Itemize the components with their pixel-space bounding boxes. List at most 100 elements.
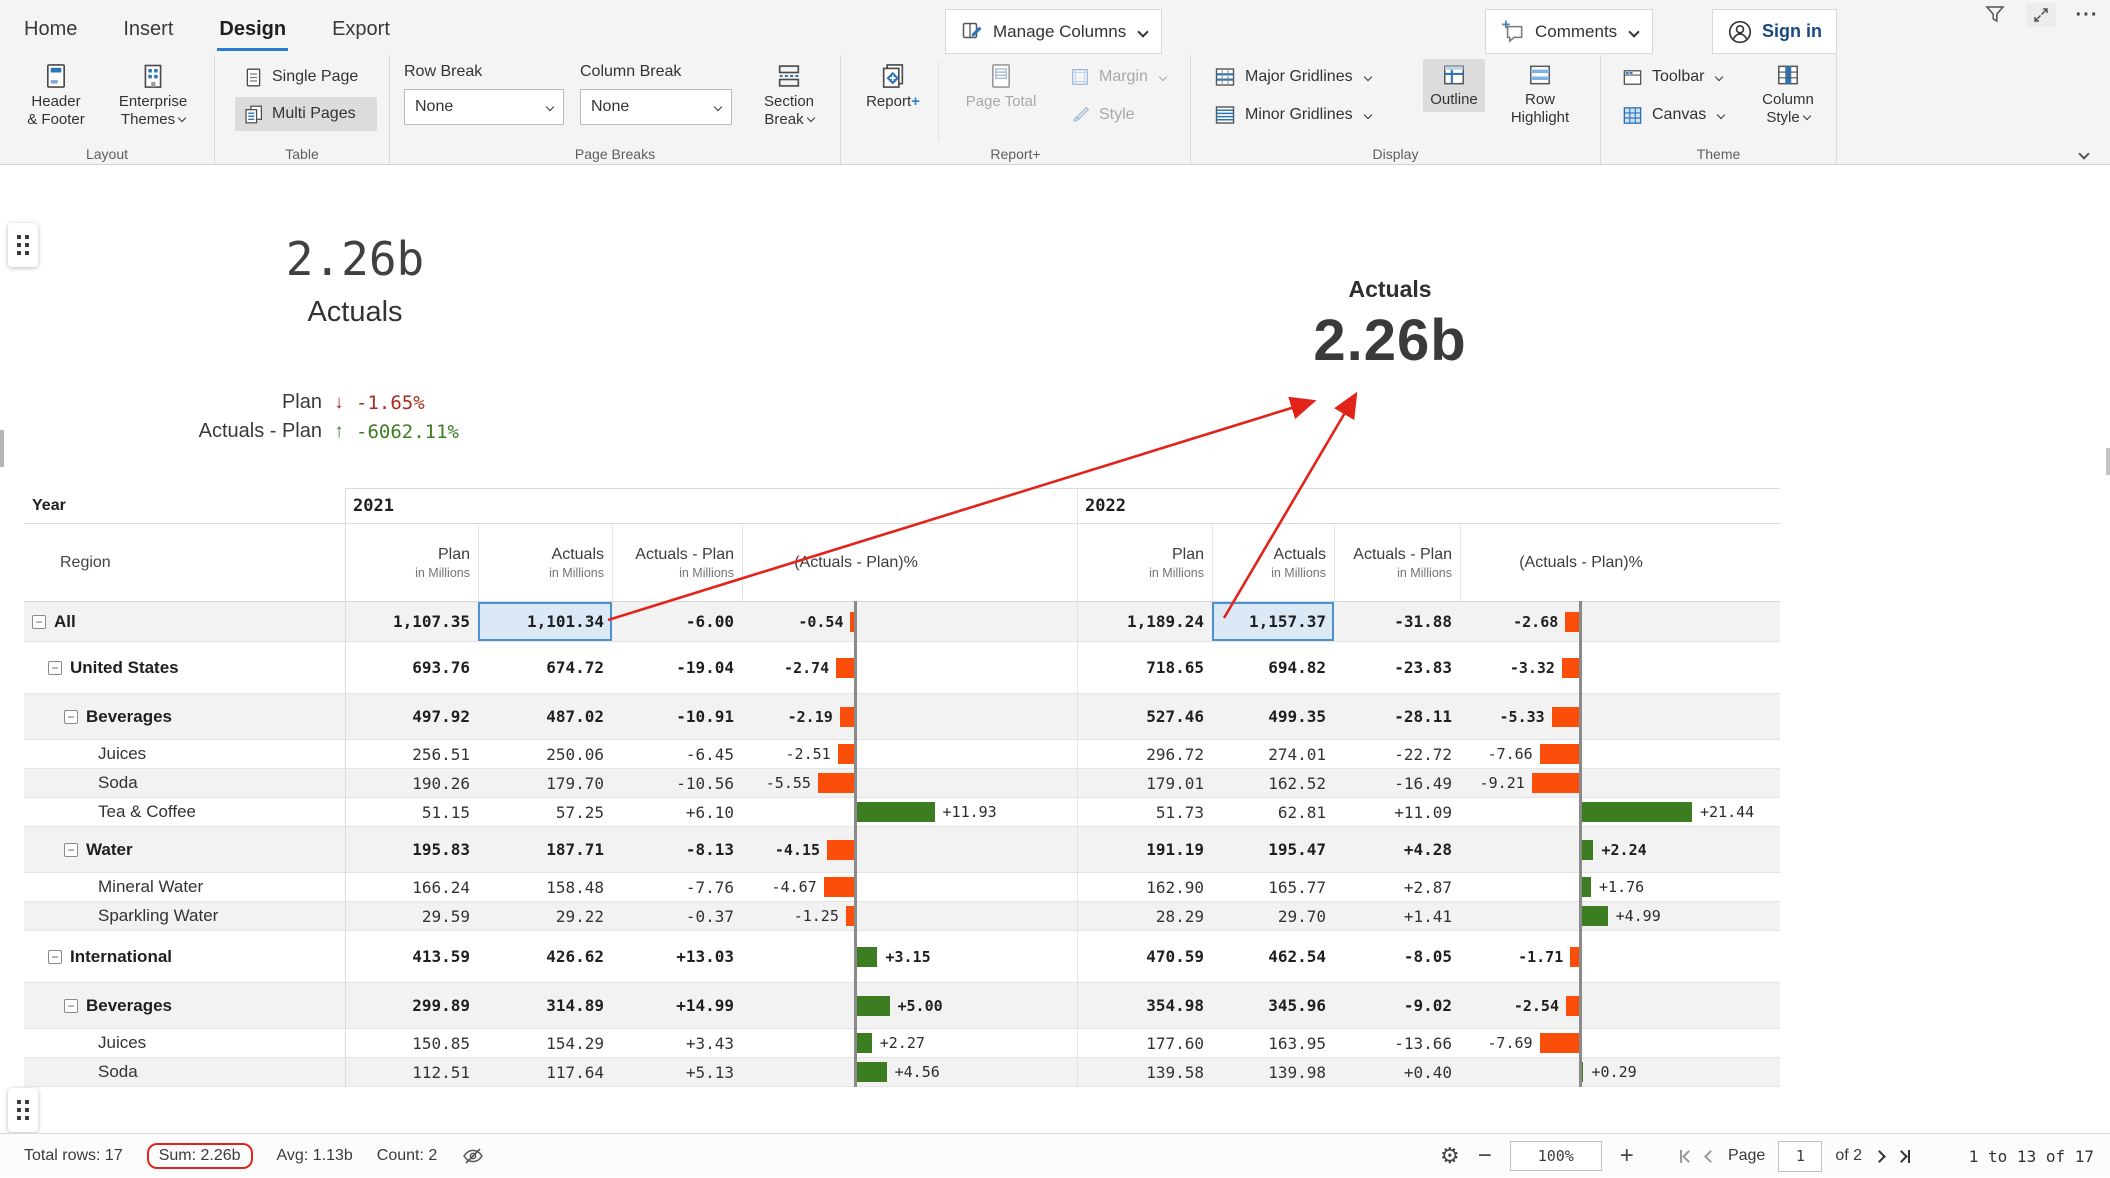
drag-handle[interactable] [8,223,38,267]
variance-bar-cell[interactable]: -1.71 [1460,931,1780,982]
variance-bar-cell[interactable]: -3.32 [1460,642,1780,693]
cell-diff[interactable]: -10.91 [612,694,742,739]
cell-diff[interactable]: -6.00 [612,602,742,641]
table-row[interactable]: −Beverages497.92487.02-10.91-2.19527.464… [24,694,1780,740]
variance-bar-cell[interactable]: +2.27 [742,1029,1077,1057]
cell-plan[interactable]: 51.15 [345,798,478,826]
region-cell[interactable]: −Water [24,827,345,872]
cell-actuals[interactable]: 187.71 [478,827,612,872]
cell-actuals[interactable]: 179.70 [478,769,612,797]
collapse-row-icon[interactable]: − [32,615,46,629]
variance-bar-cell[interactable]: -2.54 [1460,983,1780,1028]
page-number-input[interactable]: 1 [1778,1141,1822,1172]
cell-actuals[interactable]: 250.06 [478,740,612,768]
cell-actuals[interactable]: 62.81 [1212,798,1334,826]
region-cell[interactable]: −All [24,602,345,641]
collapse-row-icon[interactable]: − [64,843,78,857]
drag-handle[interactable] [8,1088,38,1132]
toolbar-button[interactable]: Toolbar [1613,60,1739,94]
cell-diff[interactable]: -8.05 [1334,931,1460,982]
cell-actuals[interactable]: 694.82 [1212,642,1334,693]
cell-plan[interactable]: 718.65 [1077,642,1212,693]
region-cell[interactable]: Mineral Water [24,873,345,901]
cell-actuals[interactable]: 154.29 [478,1029,612,1057]
table-row[interactable]: −International413.59426.62+13.03+3.15470… [24,931,1780,983]
cell-plan[interactable]: 354.98 [1077,983,1212,1028]
collapse-row-icon[interactable]: − [48,950,62,964]
cell-diff[interactable]: +1.41 [1334,902,1460,930]
actuals-header-2022[interactable]: Actualsin Millions [1212,524,1334,601]
cell-diff[interactable]: +13.03 [612,931,742,982]
variance-bar-cell[interactable]: +4.99 [1460,902,1780,930]
cell-diff[interactable]: +2.87 [1334,873,1460,901]
cell-plan[interactable]: 162.90 [1077,873,1212,901]
section-break-button[interactable]: Section Break [748,59,830,132]
cell-actuals[interactable]: 1,157.37 [1212,602,1334,641]
cell-diff[interactable]: -28.11 [1334,694,1460,739]
cell-diff[interactable]: +5.13 [612,1058,742,1086]
variance-bar-cell[interactable]: +5.00 [742,983,1077,1028]
single-page-button[interactable]: Single Page [235,60,377,94]
cell-diff[interactable]: -10.56 [612,769,742,797]
cell-diff[interactable]: -16.49 [1334,769,1460,797]
collapse-ribbon-icon[interactable] [2078,148,2089,159]
cell-diff[interactable]: -8.13 [612,827,742,872]
cell-plan[interactable]: 497.92 [345,694,478,739]
table-row[interactable]: Sparkling Water29.5929.22-0.37-1.2528.29… [24,902,1780,931]
cell-actuals[interactable]: 117.64 [478,1058,612,1086]
outline-button[interactable]: Outline [1423,59,1485,112]
cell-plan[interactable]: 470.59 [1077,931,1212,982]
cell-actuals[interactable]: 426.62 [478,931,612,982]
variance-bar-cell[interactable]: -2.19 [742,694,1077,739]
variance-bar-cell[interactable]: -0.54 [742,602,1077,641]
variance-bar-cell[interactable]: -1.25 [742,902,1077,930]
report-plus-button[interactable]: Report+ [853,59,933,114]
variance-pct-header-2021[interactable]: (Actuals - Plan)% [742,524,1077,601]
zoom-out-button[interactable]: − [1474,1142,1496,1170]
table-row[interactable]: −United States693.76674.72-19.04-2.74718… [24,642,1780,694]
cell-actuals[interactable]: 499.35 [1212,694,1334,739]
cell-diff[interactable]: +6.10 [612,798,742,826]
first-page-button[interactable] [1680,1150,1693,1163]
cell-plan[interactable]: 150.85 [345,1029,478,1057]
cell-plan[interactable]: 139.58 [1077,1058,1212,1086]
cell-diff[interactable]: +14.99 [612,983,742,1028]
tab-export[interactable]: Export [330,4,392,51]
multi-pages-button[interactable]: Multi Pages [235,97,377,131]
variance-bar-cell[interactable]: +21.44 [1460,798,1780,826]
cell-diff[interactable]: +4.28 [1334,827,1460,872]
cell-diff[interactable]: -22.72 [1334,740,1460,768]
comments-button[interactable]: Comments [1485,9,1653,54]
cell-diff[interactable]: -7.76 [612,873,742,901]
cell-actuals[interactable]: 462.54 [1212,931,1334,982]
canvas-button[interactable]: Canvas [1613,98,1739,132]
manage-columns-button[interactable]: Manage Columns [945,9,1162,54]
cell-plan[interactable]: 296.72 [1077,740,1212,768]
zoom-in-button[interactable]: + [1616,1142,1638,1170]
left-scroll-hint[interactable] [0,430,4,467]
previous-page-button[interactable] [1706,1152,1715,1161]
cell-plan[interactable]: 166.24 [345,873,478,901]
column-break-select[interactable]: None [580,89,732,125]
variance-bar-cell[interactable]: -2.51 [742,740,1077,768]
region-cell[interactable]: Juices [24,1029,345,1057]
cell-plan[interactable]: 299.89 [345,983,478,1028]
cell-plan[interactable]: 29.59 [345,902,478,930]
variance-bar-cell[interactable]: +1.76 [1460,873,1780,901]
variance-bar-cell[interactable]: +4.56 [742,1058,1077,1086]
collapse-row-icon[interactable]: − [64,710,78,724]
next-page-button[interactable] [1875,1152,1884,1161]
table-row[interactable]: −All1,107.351,101.34-6.00-0.541,189.241,… [24,602,1780,642]
region-cell[interactable]: −Beverages [24,983,345,1028]
cell-plan[interactable]: 112.51 [345,1058,478,1086]
column-style-button[interactable]: Column Style [1751,59,1825,130]
cell-actuals[interactable]: 139.98 [1212,1058,1334,1086]
row-highlight-button[interactable]: Row Highlight [1495,59,1585,130]
cell-plan[interactable]: 1,107.35 [345,602,478,641]
cell-actuals[interactable]: 165.77 [1212,873,1334,901]
actuals-header-2021[interactable]: Actualsin Millions [478,524,612,601]
variance-bar-cell[interactable]: -7.66 [1460,740,1780,768]
year-2022-header[interactable]: 2022 [1077,488,1780,523]
cell-plan[interactable]: 190.26 [345,769,478,797]
cell-actuals[interactable]: 163.95 [1212,1029,1334,1057]
